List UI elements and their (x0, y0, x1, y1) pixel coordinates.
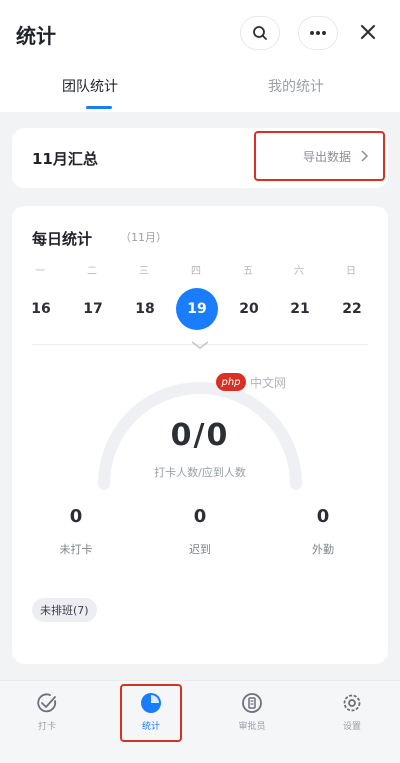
check-icon (35, 691, 59, 715)
summary-title: 11月汇总 (32, 150, 98, 168)
page-title: 统计 (16, 24, 56, 48)
nav-item-clock-in[interactable]: 打卡 (17, 691, 77, 732)
week-strip: 一 16 二 17 三 18 四 19 五 20 六 21 日 22 (12, 262, 388, 352)
bottom-nav: 打卡 统计 审批员 设置 (0, 680, 400, 763)
weekday-label: 一 (35, 266, 45, 277)
app-root: 统计 团队统计 我的统计 11月汇总 导出数据 每日统计 （11月） 一 16 … (0, 0, 400, 763)
day-item-selected[interactable]: 四 19 (176, 262, 218, 330)
close-button[interactable] (356, 20, 380, 44)
day-item[interactable]: 日 22 (331, 262, 371, 330)
stat-late[interactable]: 0 迟到 (155, 506, 245, 557)
nav-label: 审批员 (238, 722, 266, 732)
approval-icon (240, 691, 264, 715)
nav-item-approval[interactable]: 审批员 (222, 691, 282, 732)
day-item[interactable]: 五 20 (228, 262, 268, 330)
daily-stats-title: 每日统计 (32, 230, 93, 248)
more-icon (310, 31, 326, 35)
nav-label: 设置 (342, 722, 361, 732)
weekday-label: 五 (243, 266, 253, 277)
day-number: 22 (342, 301, 362, 317)
unscheduled-chip[interactable]: 未排班(7) (32, 598, 97, 622)
weekday-label: 六 (294, 266, 304, 277)
header: 统计 (0, 0, 400, 64)
stat-value: 0 (69, 506, 83, 527)
tab-team-stats[interactable]: 团队统计 (62, 76, 118, 96)
stat-field-work[interactable]: 0 外勤 (278, 506, 368, 557)
day-item[interactable]: 二 17 (72, 262, 112, 330)
search-icon (253, 26, 267, 40)
watermark: php 中文网 (216, 373, 286, 391)
gauge-value: 0/0 (170, 418, 230, 453)
day-number: 19 (176, 288, 218, 330)
day-number: 16 (31, 301, 51, 317)
weekday-label: 二 (87, 266, 97, 277)
day-number: 20 (239, 301, 259, 317)
stat-label: 迟到 (189, 543, 211, 556)
weekday-label: 四 (191, 266, 201, 277)
settings-icon (340, 691, 364, 715)
watermark-text: 中文网 (250, 375, 287, 390)
day-number: 17 (83, 301, 103, 317)
export-data-label: 导出数据 (302, 149, 351, 164)
highlight-box (120, 684, 182, 742)
day-number: 18 (135, 301, 155, 317)
chevron-down-icon[interactable] (190, 340, 210, 350)
close-icon (361, 25, 375, 39)
stats-row: 0 未打卡 0 迟到 0 外勤 (12, 506, 388, 566)
export-data-button[interactable]: 导出数据 (254, 131, 385, 181)
search-button[interactable] (240, 16, 280, 50)
day-item[interactable]: 一 16 (20, 262, 60, 330)
day-number: 21 (290, 301, 310, 317)
stat-not-clocked[interactable]: 0 未打卡 (31, 506, 121, 557)
stat-value: 0 (316, 506, 330, 527)
stat-label: 外勤 (312, 543, 334, 556)
tab-bar: 团队统计 我的统计 (0, 64, 400, 112)
weekday-label: 三 (139, 266, 149, 277)
stat-value: 0 (193, 506, 207, 527)
stat-label: 未打卡 (59, 543, 93, 556)
chevron-right-icon (361, 150, 369, 162)
gauge-caption: 打卡人数/应到人数 (154, 466, 246, 479)
monthly-summary-card: 11月汇总 导出数据 (12, 128, 388, 188)
tab-my-stats[interactable]: 我的统计 (268, 76, 324, 96)
day-item[interactable]: 六 21 (279, 262, 319, 330)
nav-label: 打卡 (37, 722, 56, 732)
weekday-label: 日 (346, 266, 356, 277)
watermark-logo: php (216, 373, 246, 391)
tab-active-indicator (86, 106, 112, 109)
day-item[interactable]: 三 18 (124, 262, 164, 330)
daily-month-tag: （11月） (120, 231, 167, 244)
daily-stats-card: 每日统计 （11月） 一 16 二 17 三 18 四 19 五 20 六 21… (12, 206, 388, 664)
nav-item-settings[interactable]: 设置 (322, 691, 382, 732)
more-button[interactable] (298, 16, 338, 50)
